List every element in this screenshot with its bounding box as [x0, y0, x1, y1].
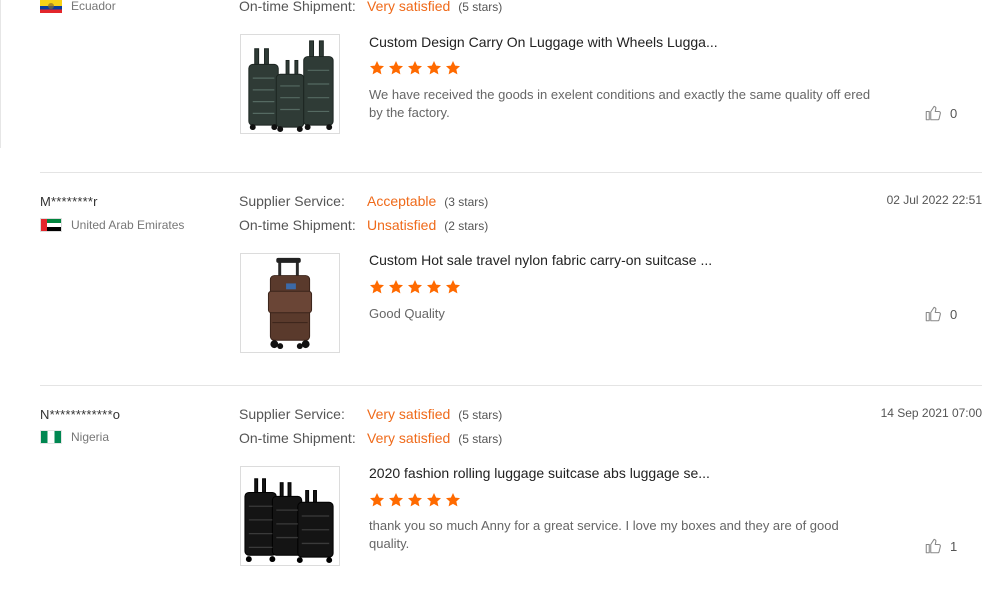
review-item: Ecuador On-time Shipment: Very satisfied… [40, 0, 982, 150]
ecuador-flag-icon [40, 0, 62, 13]
star-icon [389, 280, 403, 294]
brown-suitcase-image [267, 257, 313, 350]
nigeria-flag-icon [40, 430, 62, 444]
product-title-link[interactable]: Custom Hot sale travel nylon fabric carr… [369, 252, 712, 268]
helpful-button[interactable]: 0 [924, 104, 957, 122]
on-time-shipment-value: Very satisfied [367, 0, 451, 14]
on-time-shipment-value: Unsatisfied [367, 217, 437, 233]
star-icon [370, 493, 384, 507]
star-icon [427, 493, 441, 507]
on-time-shipment-label: On-time Shipment: [239, 430, 356, 446]
green-luggage-set-image [248, 40, 334, 133]
product-title-link[interactable]: 2020 fashion rolling luggage suitcase ab… [369, 465, 710, 481]
supplier-service-rating: Supplier Service: Very satisfied (5 star… [239, 406, 502, 422]
star-icon [446, 61, 460, 75]
star-icon [446, 493, 460, 507]
review-item: M********r United Arab Emirates Supplier… [40, 172, 982, 385]
helpful-button[interactable]: 1 [924, 537, 957, 555]
star-icon [408, 493, 422, 507]
supplier-service-label: Supplier Service: [239, 406, 345, 422]
star-icon [408, 61, 422, 75]
on-time-shipment-rating: On-time Shipment: Very satisfied (5 star… [239, 430, 502, 446]
product-thumbnail[interactable] [240, 253, 340, 353]
product-rating-stars [369, 60, 461, 76]
review-text: Good Quality [369, 306, 445, 321]
star-icon [389, 493, 403, 507]
country-name: Ecuador [71, 0, 116, 13]
supplier-service-stars: (3 stars) [444, 195, 489, 209]
supplier-service-value: Very satisfied [367, 406, 451, 422]
on-time-shipment-label: On-time Shipment: [239, 217, 356, 233]
product-title-link[interactable]: Custom Design Carry On Luggage with Whee… [369, 34, 718, 50]
left-border-line [0, 0, 1, 148]
reviewer-country: Nigeria [40, 430, 109, 444]
helpful-count: 0 [950, 306, 958, 322]
star-icon [370, 61, 384, 75]
product-rating-stars [369, 279, 461, 295]
country-name: United Arab Emirates [71, 218, 185, 232]
on-time-shipment-stars: (5 stars) [458, 432, 503, 446]
supplier-service-label: Supplier Service: [239, 193, 345, 209]
review-text: We have received the goods in exelent co… [369, 87, 871, 120]
on-time-shipment-label: On-time Shipment: [239, 0, 356, 14]
thumbs-up-icon [925, 306, 941, 322]
supplier-service-rating: Supplier Service: Acceptable (3 stars) [239, 193, 488, 209]
star-icon [427, 280, 441, 294]
review-item: N************o Nigeria Supplier Service:… [40, 385, 982, 604]
on-time-shipment-rating: On-time Shipment: Unsatisfied (2 stars) [239, 217, 488, 233]
on-time-shipment-value: Very satisfied [367, 430, 451, 446]
star-icon [446, 280, 460, 294]
thumbs-up-icon [925, 105, 941, 121]
product-thumbnail[interactable] [240, 466, 340, 566]
star-icon [427, 61, 441, 75]
on-time-shipment-rating: On-time Shipment: Very satisfied (5 star… [239, 0, 502, 14]
reviewer-name: M********r [40, 194, 98, 209]
reviewer-country: Ecuador [40, 0, 116, 13]
product-rating-stars [369, 492, 461, 508]
on-time-shipment-stars: (5 stars) [458, 0, 503, 14]
helpful-count: 1 [950, 538, 958, 554]
country-name: Nigeria [71, 430, 110, 444]
reviewer-country: United Arab Emirates [40, 218, 184, 232]
review-date: 02 Jul 2022 22:51 [886, 193, 982, 207]
star-icon [408, 280, 422, 294]
review-text: thank you so much Anny for a great servi… [369, 518, 839, 551]
product-thumbnail[interactable] [240, 34, 340, 134]
helpful-button[interactable]: 0 [924, 305, 957, 323]
supplier-service-value: Acceptable [367, 193, 437, 209]
star-icon [370, 280, 384, 294]
helpful-count: 0 [950, 105, 958, 121]
star-icon [389, 61, 403, 75]
on-time-shipment-stars: (2 stars) [444, 219, 489, 233]
black-luggage-set-image [244, 478, 334, 564]
reviewer-name: N************o [40, 407, 121, 422]
uae-flag-icon [40, 218, 62, 232]
supplier-service-stars: (5 stars) [458, 408, 503, 422]
thumbs-up-icon [925, 538, 941, 554]
review-date: 14 Sep 2021 07:00 [880, 406, 982, 420]
